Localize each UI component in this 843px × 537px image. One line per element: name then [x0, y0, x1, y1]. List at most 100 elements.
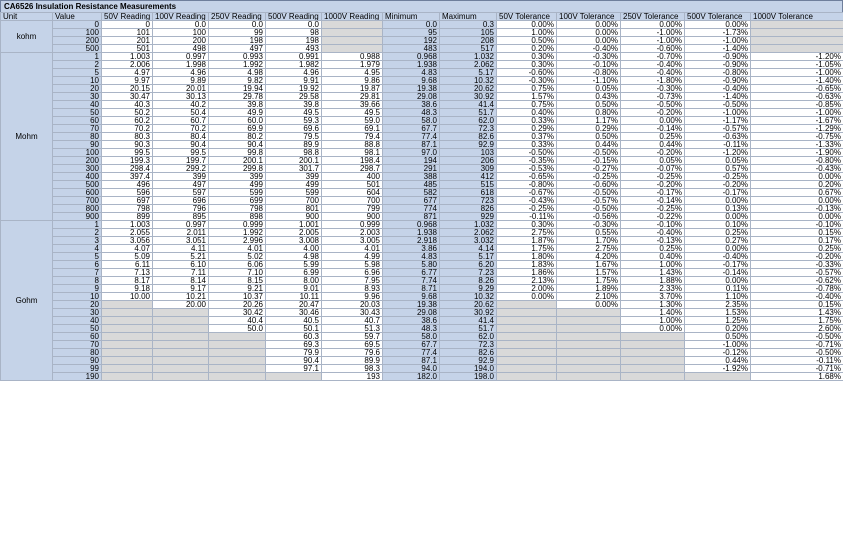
table-cell: 0.988 — [321, 52, 383, 61]
table-row: 9 9.18 9.17 9.21 9.01 8.93 8.71 9.29 2.00% 1.89% 2… — [1, 284, 843, 293]
table-cell: 3 — [52, 236, 102, 245]
column-header: 250V Reading — [208, 12, 266, 21]
table-cell: 59.0 — [321, 116, 383, 125]
table-cell: 0 — [101, 20, 153, 29]
table-cell: 796 — [152, 204, 209, 213]
table-cell: 2.062 — [439, 228, 497, 237]
table-cell: 774 — [382, 204, 440, 213]
table-cell: 596 — [101, 188, 153, 197]
table-cell: -0.60% — [620, 44, 685, 53]
table-cell: 3.86 — [382, 244, 440, 253]
table-cell: 70 — [52, 124, 102, 133]
table-cell: 0.00% — [620, 20, 685, 29]
table-cell: 60 — [52, 332, 102, 341]
table-cell: 8.71 — [382, 284, 440, 293]
table-cell: 5.21 — [152, 252, 209, 261]
table-cell: 898 — [208, 212, 266, 221]
table-cell: 194 — [382, 156, 440, 165]
table-cell: 2.10% — [556, 292, 621, 301]
table-cell — [496, 324, 557, 333]
table-cell: 301.7 — [265, 164, 322, 173]
table-cell: -0.90% — [684, 52, 751, 61]
table-cell: 94.0 — [382, 364, 440, 373]
table-cell: 0.00% — [684, 196, 751, 205]
unit-label: Gohm — [0, 220, 53, 381]
table-cell: -1.92% — [684, 364, 751, 373]
table-cell — [620, 348, 685, 357]
table-cell — [496, 316, 557, 325]
table-cell: -1.00% — [684, 340, 751, 349]
table-cell: -0.30% — [620, 84, 685, 93]
table-cell: 900 — [52, 212, 102, 221]
table-cell: 500 — [52, 180, 102, 189]
table-cell: -0.17% — [684, 260, 751, 269]
table-cell: 8.00 — [265, 276, 322, 285]
table-cell: 5.02 — [208, 252, 266, 261]
table-cell: 618 — [439, 188, 497, 197]
table-cell: 99.8 — [208, 148, 266, 157]
table-cell: -0.85% — [750, 100, 843, 109]
table-cell: 190 — [52, 372, 102, 381]
table-row: 30 30.47 30.13 29.78 29.58 29.81 29.08 30.92 1.5… — [1, 92, 843, 101]
table-cell: 0.50% — [556, 100, 621, 109]
table-body: kohm 0 0 0.0 0.0 0.0 0.0 0.3 0.00% 0.00% 0.00% 0.00… — [0, 20, 843, 381]
table-cell: 89.9 — [265, 140, 322, 149]
table-cell: 1.003 — [101, 52, 153, 61]
table-cell: -1.40% — [684, 92, 751, 101]
table-cell: 69.3 — [265, 340, 322, 349]
table-cell: 58.0 — [382, 116, 440, 125]
table-cell: 2.005 — [265, 228, 322, 237]
table-cell: 200.1 — [265, 156, 322, 165]
table-cell: 412 — [439, 172, 497, 181]
table-cell: 9.91 — [265, 76, 322, 85]
table-cell: 1.00% — [620, 316, 685, 325]
table-cell: 0.55% — [556, 228, 621, 237]
table-cell — [101, 316, 153, 325]
table-cell: 300 — [52, 164, 102, 173]
table-cell: 8 — [52, 276, 102, 285]
table-cell: 2.006 — [101, 60, 153, 69]
table-cell: 0.40% — [496, 108, 557, 117]
table-cell — [152, 372, 209, 381]
table-cell: 8.14 — [152, 276, 209, 285]
table-cell: -0.40% — [620, 60, 685, 69]
table-cell: -0.56% — [556, 212, 621, 221]
table-cell: 2.996 — [208, 236, 266, 245]
table-cell: 0.20% — [684, 324, 751, 333]
table-cell: 38.6 — [382, 100, 440, 109]
table-cell: -0.75% — [750, 132, 843, 141]
table-cell: 1.89% — [556, 284, 621, 293]
table-cell — [556, 324, 621, 333]
table-cell: 3.70% — [620, 292, 685, 301]
table-cell — [496, 372, 557, 381]
table-cell: -0.25% — [684, 172, 751, 181]
table-cell: 5.98 — [321, 260, 383, 269]
table-cell: -1.80% — [620, 76, 685, 85]
table-cell: 50.1 — [265, 324, 322, 333]
table-cell: 4.97 — [101, 68, 153, 77]
table-cell: 79.4 — [321, 132, 383, 141]
table-cell: 1.25% — [684, 316, 751, 325]
table-cell: 5 — [52, 252, 102, 261]
table-cell: 483 — [382, 44, 440, 53]
table-cell: 99 — [52, 364, 102, 373]
table-cell: -0.17% — [684, 188, 751, 197]
table-cell: -0.71% — [750, 364, 843, 373]
table-cell — [152, 340, 209, 349]
table-cell: 1.982 — [265, 60, 322, 69]
column-header: 250V Tolerance — [620, 12, 685, 21]
table-cell: 4.83 — [382, 252, 440, 261]
table-cell — [101, 300, 153, 309]
table-cell: 49.5 — [321, 108, 383, 117]
table-cell: 1.998 — [152, 60, 209, 69]
table-cell: 0.15% — [750, 300, 843, 309]
table-cell: 0.0 — [152, 20, 209, 29]
table-cell: 208 — [439, 36, 497, 45]
table-cell: 198 — [265, 36, 322, 45]
column-header: 1000V Reading — [321, 12, 383, 21]
table-cell: 9.21 — [208, 284, 266, 293]
table-cell: 30 — [52, 308, 102, 317]
table-cell — [152, 308, 209, 317]
table-cell: -1.17% — [684, 116, 751, 125]
table-cell: 30.92 — [439, 308, 497, 317]
